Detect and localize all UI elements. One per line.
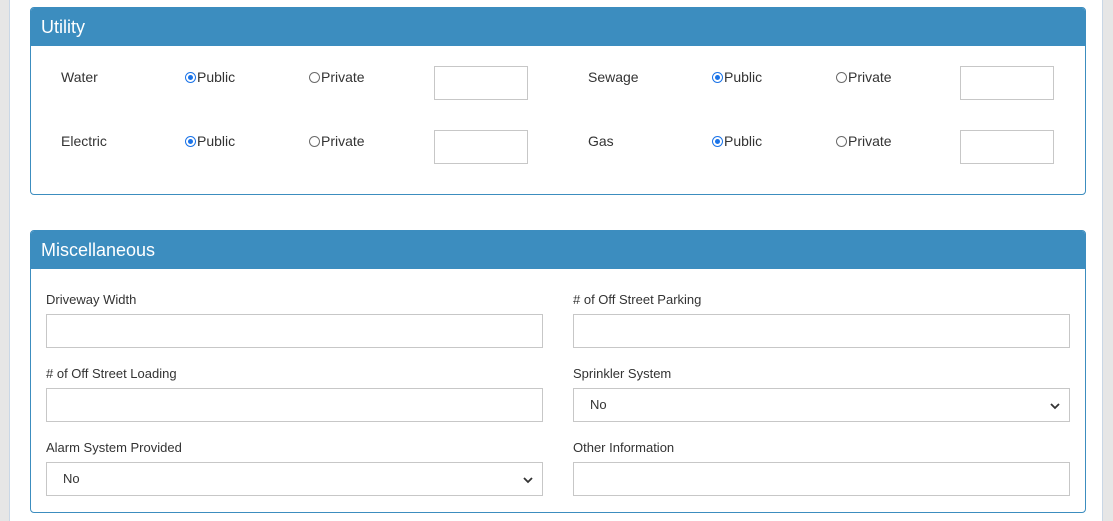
radio-unchecked-icon <box>309 135 320 147</box>
electric-private-radio[interactable]: Private <box>309 133 365 149</box>
sewage-private-label: Private <box>848 69 892 85</box>
water-public-label: Public <box>197 69 236 85</box>
alarm-system-value: No <box>63 471 80 486</box>
driveway-width-input[interactable] <box>46 314 543 348</box>
radio-checked-icon <box>712 135 723 147</box>
water-private-radio[interactable]: Private <box>309 69 365 85</box>
radio-checked-icon <box>712 71 723 83</box>
right-page-edge <box>1102 0 1113 521</box>
gas-label: Gas <box>588 133 614 149</box>
electric-input[interactable] <box>434 130 528 164</box>
sprinkler-system-value: No <box>590 397 607 412</box>
off-street-loading-label: # of Off Street Loading <box>46 366 177 381</box>
radio-unchecked-icon <box>309 71 320 83</box>
utility-panel: Utility Water Public Private Sewage Publ… <box>30 7 1086 195</box>
water-private-label: Private <box>321 69 365 85</box>
sewage-label: Sewage <box>588 69 639 85</box>
gas-public-radio[interactable]: Public <box>712 133 762 149</box>
gas-public-label: Public <box>724 133 763 149</box>
chevron-down-icon <box>1050 403 1060 410</box>
water-public-radio[interactable]: Public <box>185 69 235 85</box>
other-information-label: Other Information <box>573 440 675 455</box>
gas-input[interactable] <box>960 130 1054 164</box>
electric-private-label: Private <box>321 133 365 149</box>
sprinkler-system-select[interactable]: No <box>573 388 1070 422</box>
water-label: Water <box>61 69 98 85</box>
sewage-public-label: Public <box>724 69 763 85</box>
miscellaneous-panel: Miscellaneous Driveway Width # of Off St… <box>30 230 1086 513</box>
electric-public-label: Public <box>197 133 236 149</box>
off-street-loading-input[interactable] <box>46 388 543 422</box>
radio-checked-icon <box>185 71 196 83</box>
off-street-parking-input[interactable] <box>573 314 1070 348</box>
radio-unchecked-icon <box>836 135 847 147</box>
electric-public-radio[interactable]: Public <box>185 133 235 149</box>
sprinkler-system-label: Sprinkler System <box>573 366 672 381</box>
alarm-system-select[interactable]: No <box>46 462 543 496</box>
sewage-input[interactable] <box>960 66 1054 100</box>
utility-panel-title: Utility <box>31 8 1085 46</box>
gas-private-radio[interactable]: Private <box>836 133 892 149</box>
driveway-width-label: Driveway Width <box>46 292 137 307</box>
sewage-private-radio[interactable]: Private <box>836 69 892 85</box>
radio-checked-icon <box>185 135 196 147</box>
radio-unchecked-icon <box>836 71 847 83</box>
sewage-public-radio[interactable]: Public <box>712 69 762 85</box>
water-input[interactable] <box>434 66 528 100</box>
alarm-system-label: Alarm System Provided <box>46 440 182 455</box>
off-street-parking-label: # of Off Street Parking <box>573 292 702 307</box>
left-page-edge <box>0 0 10 521</box>
miscellaneous-panel-title: Miscellaneous <box>31 231 1085 269</box>
gas-private-label: Private <box>848 133 892 149</box>
chevron-down-icon <box>523 477 533 484</box>
other-information-input[interactable] <box>573 462 1070 496</box>
electric-label: Electric <box>61 133 107 149</box>
